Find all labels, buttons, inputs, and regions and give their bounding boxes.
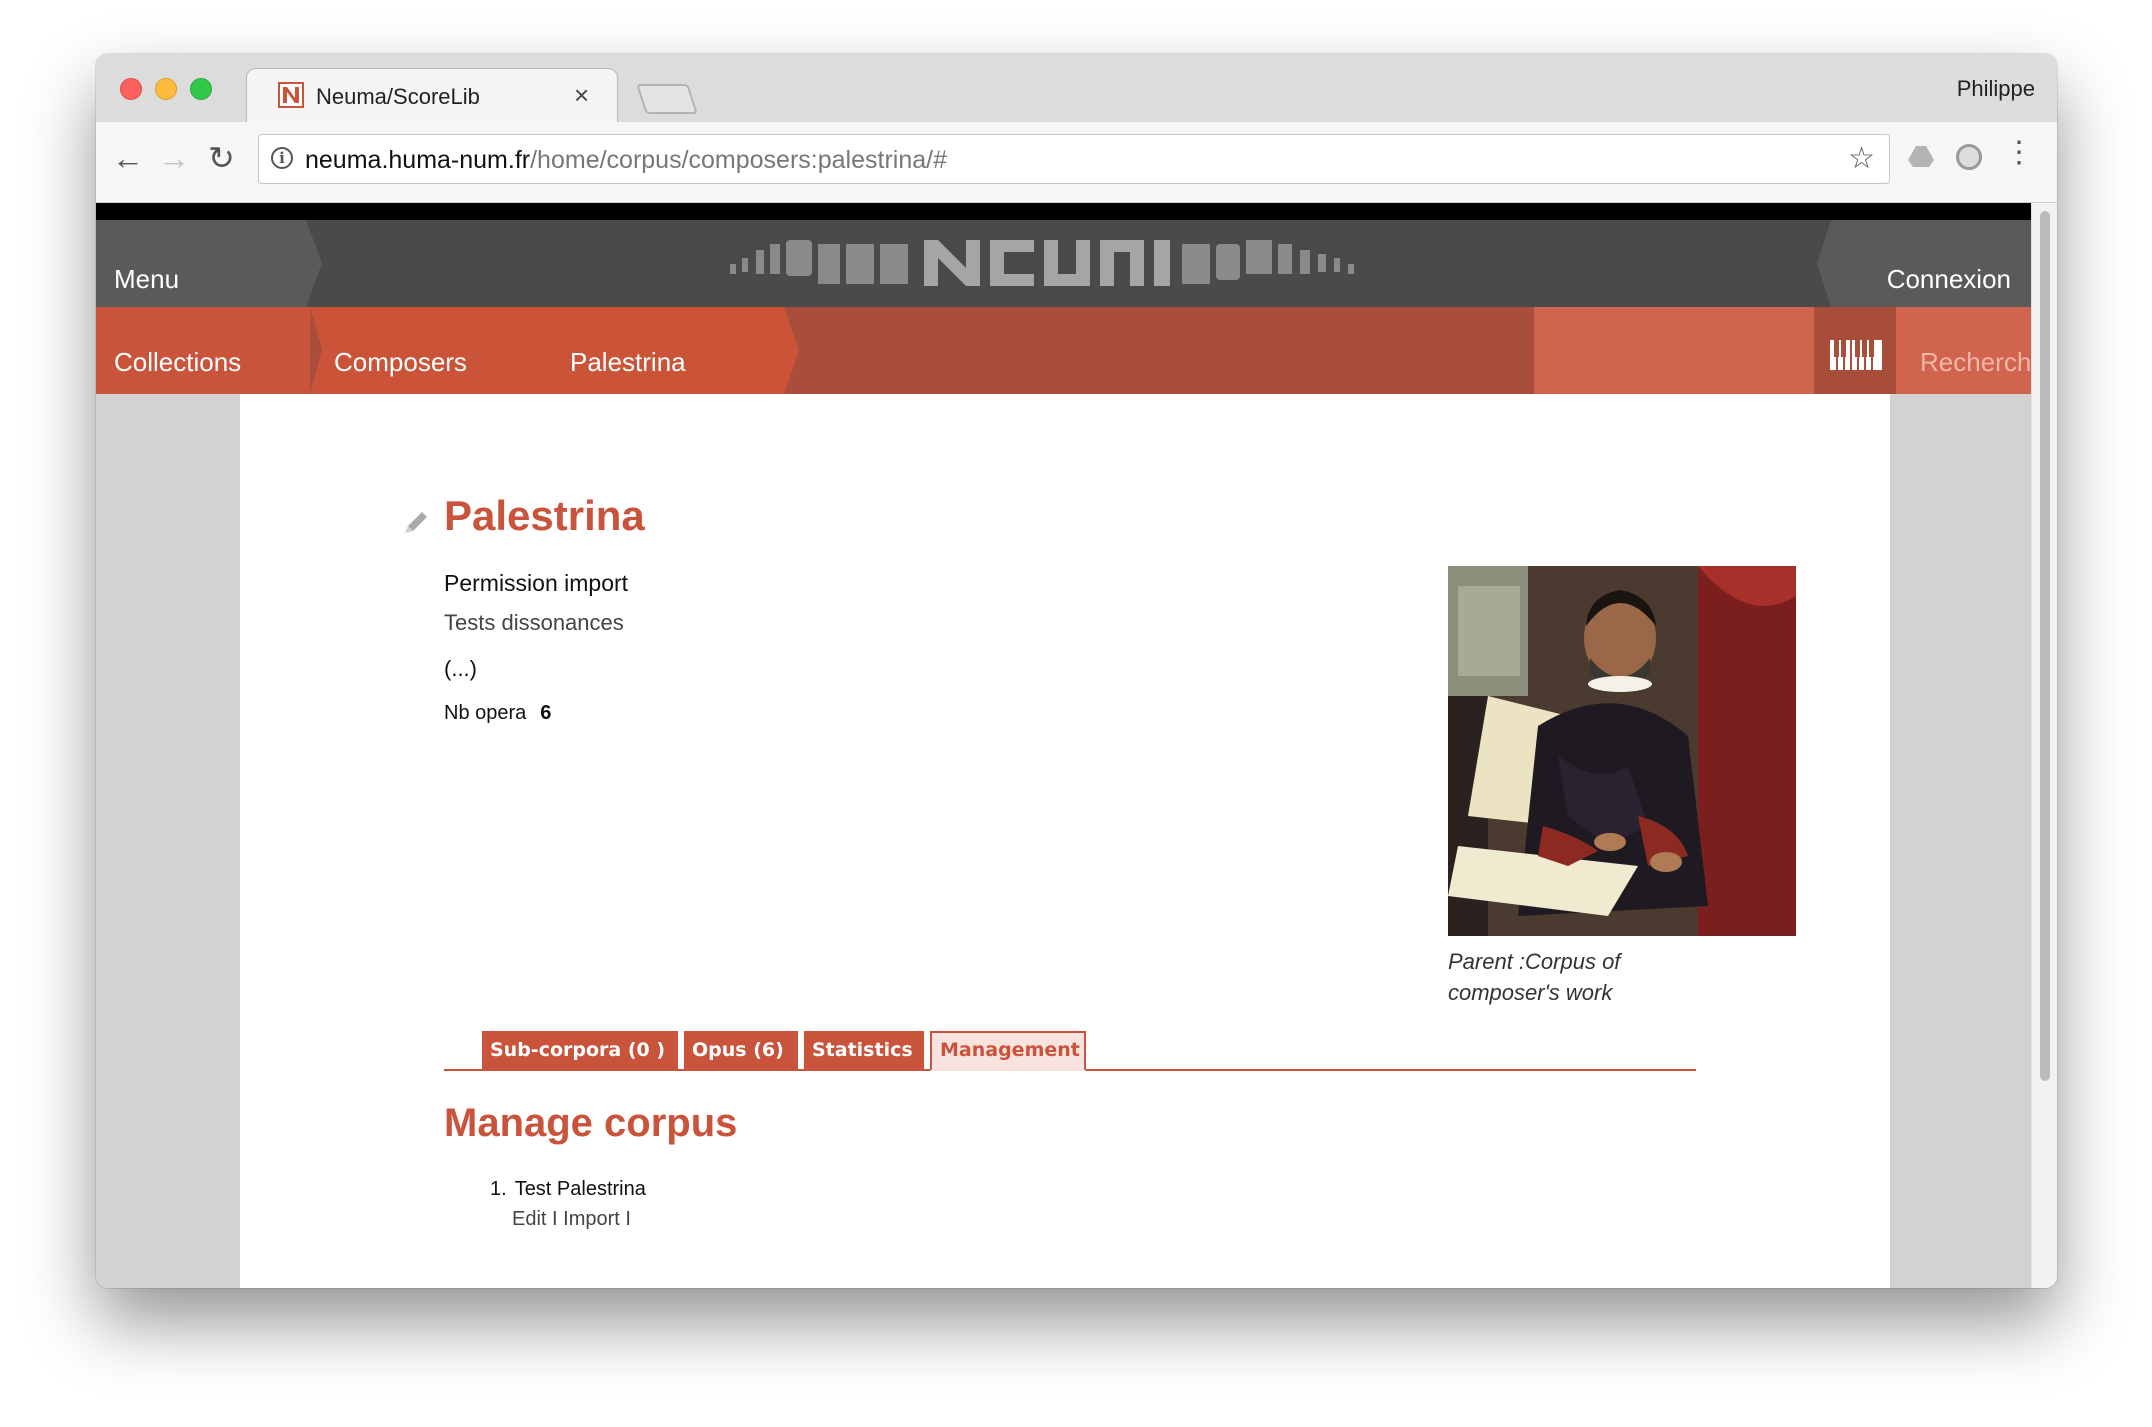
- drive-icon[interactable]: [1908, 144, 1934, 170]
- nb-opera: Nb opera 6: [444, 702, 551, 725]
- ghostery-icon[interactable]: [1956, 144, 1982, 170]
- site-header: Menu Connexion: [96, 220, 2031, 307]
- tab-statistics[interactable]: Statistics: [804, 1031, 924, 1069]
- permission-text: Permission import: [444, 570, 629, 596]
- composer-portrait: [1448, 566, 1796, 936]
- browser-window: Neuma/ScoreLib × Philippe ← → ↻ i neuma.…: [96, 54, 2057, 1288]
- back-arrow-icon[interactable]: ←: [112, 142, 144, 174]
- address-bar[interactable]: i neuma.huma-num.fr/home/corpus/composer…: [258, 134, 1890, 184]
- list-item-number: 1.: [490, 1178, 507, 1200]
- connexion-button[interactable]: Connexion: [1887, 264, 2011, 295]
- neuma-logo[interactable]: [726, 230, 1406, 296]
- corpus-description: Tests dissonances: [444, 610, 624, 635]
- tab-sub-corpora[interactable]: Sub-corpora (0 ): [482, 1031, 678, 1069]
- web-page: Menu Connexion Collections Composers Pal…: [96, 203, 2057, 1288]
- reload-icon[interactable]: ↻: [208, 142, 235, 174]
- nb-opera-label: Nb opera: [444, 702, 527, 724]
- description-ellipsis[interactable]: (...): [444, 656, 477, 682]
- nb-opera-value: 6: [540, 702, 552, 724]
- breadcrumb-composers[interactable]: Composers: [334, 347, 467, 378]
- tab-management[interactable]: Management: [930, 1031, 1086, 1071]
- browser-tab[interactable]: Neuma/ScoreLib ×: [258, 68, 604, 122]
- url-text[interactable]: neuma.huma-num.fr/home/corpus/composers:…: [305, 146, 947, 175]
- breadcrumb-palestrina[interactable]: Palestrina: [570, 347, 686, 378]
- profile-name[interactable]: Philippe: [1957, 76, 2035, 102]
- browser-toolbar: ← → ↻ i neuma.huma-num.fr/home/corpus/co…: [96, 122, 2057, 203]
- piano-keys-icon: [1830, 340, 1882, 370]
- minimize-window-button[interactable]: [155, 78, 177, 100]
- corpus-title: Palestrina: [444, 492, 645, 539]
- breadcrumb-collections[interactable]: Collections: [114, 347, 241, 378]
- top-black-bar: [96, 203, 2031, 220]
- edit-pencil-icon[interactable]: [402, 504, 432, 534]
- scrollbar-thumb[interactable]: [2040, 211, 2050, 1081]
- tab-close-icon[interactable]: ×: [574, 80, 589, 111]
- close-window-button[interactable]: [120, 78, 142, 100]
- url-path: /home/corpus/composers:palestrina/#: [530, 146, 947, 174]
- navigation-bar: Collections Composers Palestrina Recherc…: [96, 307, 2031, 394]
- tab-title: Neuma/ScoreLib: [316, 84, 480, 109]
- search-area[interactable]: [1534, 307, 1814, 394]
- tab-opus[interactable]: Opus (6): [684, 1031, 798, 1069]
- recherche-tab[interactable]: Recherche: [1896, 307, 2031, 394]
- menu-button[interactable]: Menu: [114, 264, 179, 295]
- list-item-name: Test Palestrina: [514, 1178, 646, 1200]
- list-item: 1. Test Palestrina: [490, 1178, 646, 1201]
- url-host: neuma.huma-num.fr: [305, 146, 531, 174]
- page-scrollbar[interactable]: [2031, 203, 2057, 1288]
- info-icon[interactable]: i: [271, 147, 293, 169]
- piano-button[interactable]: [1814, 307, 1896, 394]
- zoom-window-button[interactable]: [190, 78, 212, 100]
- tab-strip: Neuma/ScoreLib × Philippe: [96, 54, 2057, 125]
- main-content: Palestrina Permission import Tests disso…: [240, 394, 1890, 1288]
- forward-arrow-icon[interactable]: →: [158, 142, 190, 174]
- recherche-label: Recherche: [1920, 347, 2031, 377]
- kebab-menu-icon[interactable]: ⋮: [2004, 138, 2034, 168]
- star-icon[interactable]: ☆: [1848, 141, 1875, 176]
- list-item-actions[interactable]: Edit I Import I: [512, 1208, 631, 1231]
- new-tab-button[interactable]: [636, 84, 698, 114]
- manage-corpus-title: Manage corpus: [444, 1101, 738, 1145]
- portrait-caption: Parent :Corpus of composer's work: [1448, 949, 1621, 1005]
- corpus-tabs: Sub-corpora (0 ) Opus (6) Statistics Man…: [444, 1031, 1696, 1071]
- neuma-favicon-icon: [278, 82, 304, 108]
